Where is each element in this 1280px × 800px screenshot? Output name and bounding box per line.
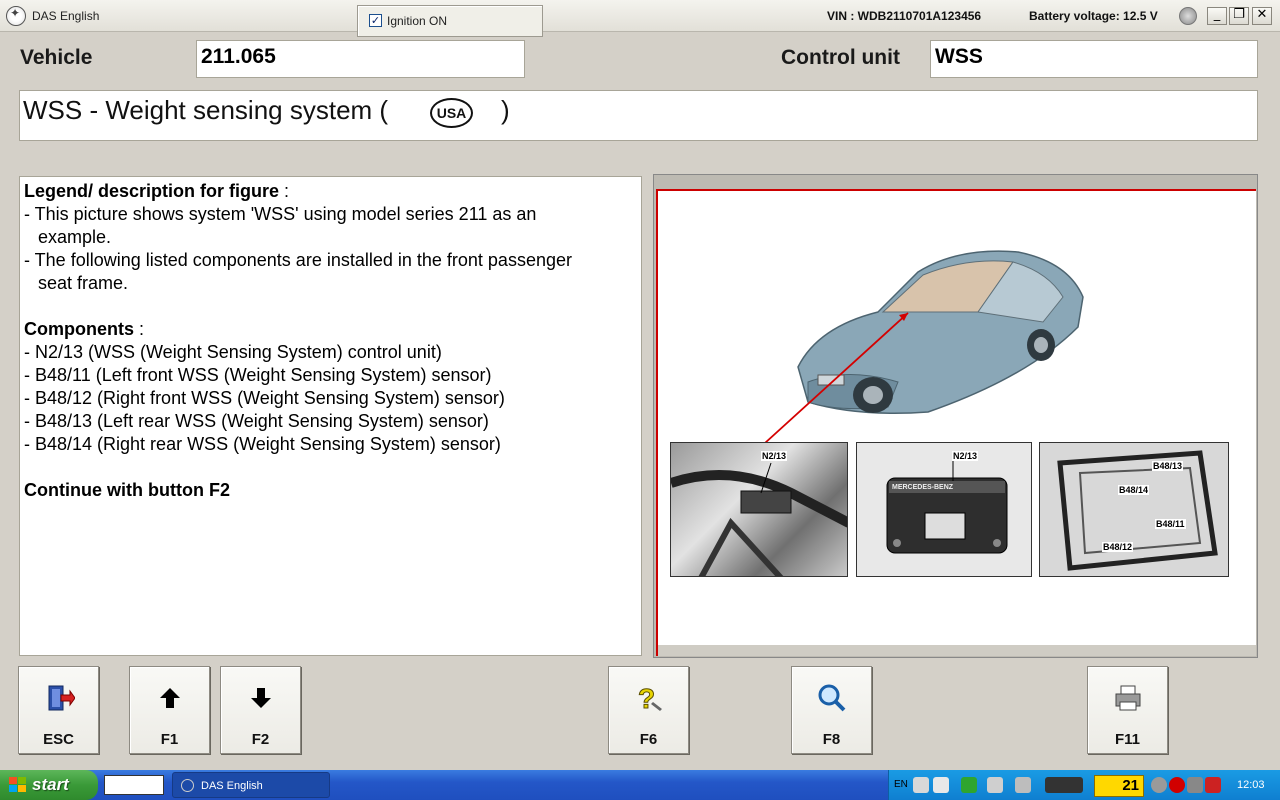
vehicle-label: Vehicle	[20, 46, 93, 69]
arrow-up-icon	[160, 688, 180, 708]
components-suffix: :	[134, 319, 145, 339]
magnifier-icon	[818, 684, 846, 712]
description-line: seat frame.	[38, 273, 129, 293]
svg-text:?: ?	[638, 683, 655, 714]
figure-canvas: N2/13 N2/13 MERCEDES-BENZ B48/13 B48/14 …	[656, 189, 1256, 656]
photo-2-brand: MERCEDES-BENZ	[892, 484, 954, 491]
clock: 12:03	[1237, 779, 1265, 791]
component-item: - B48/12 (Right front WSS (Weight Sensin…	[24, 388, 505, 408]
system-tray: EN 21 12:03	[888, 770, 1280, 800]
figure-scrollbar[interactable]	[658, 645, 1256, 656]
control-unit-label: Control unit	[781, 46, 900, 69]
legend-heading: Legend/ description for figure	[24, 181, 280, 201]
components-heading: Components	[24, 319, 134, 339]
photo-control-unit: N2/13 MERCEDES-BENZ	[856, 442, 1032, 577]
battery-voltage-readout: Battery voltage: 12.5 V	[1029, 9, 1158, 23]
system-title-close: )	[501, 95, 510, 125]
f2-label: F2	[251, 731, 270, 748]
f1-button[interactable]: F1	[129, 666, 210, 754]
eraser-icon[interactable]	[987, 777, 1003, 793]
ignition-status-box: ✓ Ignition ON	[357, 5, 543, 37]
taskbar: start DAS English EN 21 12:03	[0, 770, 1280, 800]
device-icon[interactable]	[1045, 777, 1083, 793]
ignition-checkbox[interactable]: ✓	[369, 14, 382, 27]
minimize-button[interactable]: _	[1207, 7, 1227, 25]
gauge-icon	[1179, 7, 1197, 25]
language-indicator[interactable]: EN	[894, 779, 908, 790]
keyboard-icon[interactable]	[104, 775, 164, 795]
printer-icon	[1115, 685, 1141, 711]
photo-2-drawing	[886, 461, 1008, 554]
esc-label: ESC	[43, 731, 74, 748]
component-item: - B48/14 (Right rear WSS (Weight Sensing…	[24, 434, 501, 454]
restore-button[interactable]: ❐	[1229, 7, 1249, 25]
arrow-down-icon	[251, 688, 271, 708]
taskbar-item-das[interactable]: DAS English	[172, 772, 330, 798]
photo-3-drawing	[1057, 450, 1218, 571]
tools-icon[interactable]	[1205, 777, 1221, 793]
pen-icon[interactable]	[1015, 777, 1031, 793]
photo-1-drawing	[671, 462, 847, 576]
windows-logo-icon	[9, 777, 26, 792]
close-button[interactable]: ✕	[1252, 7, 1272, 25]
photo-2-label: N2/13	[952, 451, 979, 461]
f6-button[interactable]: ? F6	[608, 666, 689, 754]
system-title-field: WSS - Weight sensing system ( )	[19, 90, 1258, 141]
exit-door-icon	[48, 685, 75, 711]
component-item: - N2/13 (WSS (Weight Sensing System) con…	[24, 342, 442, 362]
back-icon[interactable]	[1151, 777, 1167, 793]
start-label: start	[32, 775, 69, 794]
photo-control-unit-mounted: N2/13	[670, 442, 848, 577]
f1-label: F1	[160, 731, 179, 748]
control-unit-field[interactable]: WSS	[930, 40, 1258, 78]
photo-1-label: N2/13	[761, 451, 788, 461]
help-question-icon: ?	[638, 683, 662, 714]
legend-heading-line: Legend/ description for figure :	[24, 180, 637, 203]
window-title: DAS English	[32, 9, 100, 23]
f11-label: F11	[1114, 731, 1141, 748]
f11-button[interactable]: F11	[1087, 666, 1168, 754]
mercedes-logo-icon	[6, 6, 26, 26]
error-icon[interactable]	[1169, 777, 1185, 793]
title-bar: DAS English VIN : WDB2110701A123456 Batt…	[0, 0, 1280, 32]
ignition-label: Ignition ON	[387, 14, 448, 28]
f6-label: F6	[639, 731, 658, 748]
f2-button[interactable]: F2	[220, 666, 301, 754]
continue-instruction: Continue with button F2	[24, 480, 230, 500]
photo-seat-frame-sensors: B48/13 B48/14 B48/11 B48/12	[1039, 442, 1229, 577]
monitor-icon[interactable]	[933, 777, 949, 793]
component-item: - B48/13 (Left rear WSS (Weight Sensing …	[24, 411, 489, 431]
sync-icon[interactable]	[961, 777, 977, 793]
photo-3-label: B48/14	[1118, 485, 1150, 495]
mercedes-logo-icon	[181, 779, 194, 792]
pointer-arrow	[764, 312, 909, 444]
vehicle-field[interactable]: 211.065	[196, 40, 525, 78]
network-icon[interactable]	[913, 777, 929, 793]
vin-readout: VIN : WDB2110701A123456	[827, 9, 982, 23]
component-item: - B48/11 (Left front WSS (Weight Sensing…	[24, 365, 492, 385]
esc-button[interactable]: ESC	[18, 666, 99, 754]
f8-button[interactable]: F8	[791, 666, 872, 754]
description-panel: Legend/ description for figure : - This …	[19, 176, 642, 656]
figure-frame: N2/13 N2/13 MERCEDES-BENZ B48/13 B48/14 …	[653, 174, 1258, 658]
description-line: example.	[38, 227, 112, 247]
legend-suffix: :	[279, 181, 290, 201]
volume-icon[interactable]	[1187, 777, 1203, 793]
f8-label: F8	[822, 731, 841, 748]
description-line: - This picture shows system 'WSS' using …	[24, 204, 537, 224]
components-heading-line: Components :	[24, 318, 637, 341]
usa-badge: USA	[430, 98, 473, 128]
system-title-text: WSS - Weight sensing system (	[23, 95, 389, 125]
notification-badge[interactable]: 21	[1094, 775, 1144, 797]
photo-3-label: B48/13	[1152, 461, 1184, 471]
description-line: - The following listed components are in…	[24, 250, 572, 270]
photo-3-label: B48/11	[1155, 519, 1186, 529]
start-button[interactable]: start	[0, 770, 98, 800]
photo-3-label: B48/12	[1102, 542, 1134, 552]
taskbar-item-label: DAS English	[201, 780, 263, 792]
